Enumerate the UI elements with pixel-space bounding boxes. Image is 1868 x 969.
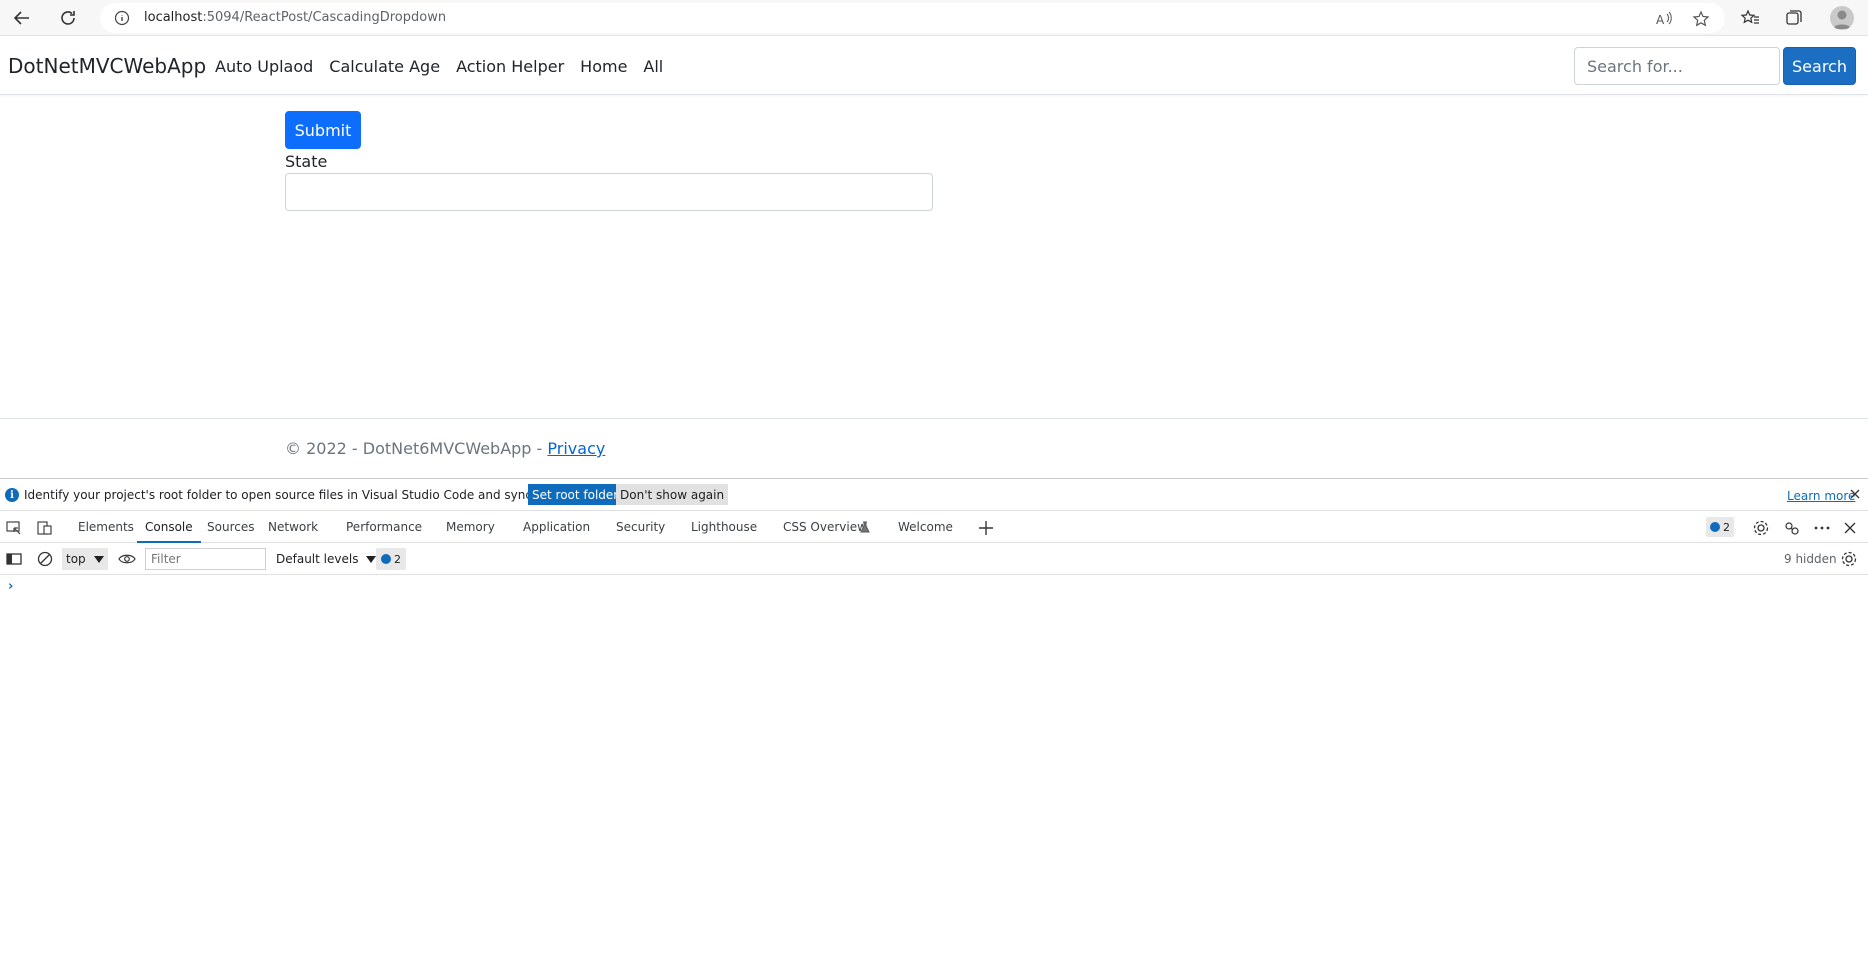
url-text[interactable]: localhost:5094/ReactPost/CascadingDropdo… [144, 10, 446, 25]
tab-memory[interactable]: Memory [446, 511, 495, 543]
tab-sources[interactable]: Sources [207, 511, 254, 543]
state-label: State [285, 152, 328, 171]
console-issues-badge[interactable]: 2 [376, 548, 406, 570]
profile-avatar[interactable] [1830, 6, 1854, 30]
brand-link[interactable]: DotNetMVCWebApp [8, 54, 206, 78]
devtools-info-bar: i Identify your project's root folder to… [0, 479, 1868, 511]
live-expression-eye-icon[interactable] [118, 550, 136, 568]
clear-console-icon[interactable] [36, 550, 54, 568]
privacy-link[interactable]: Privacy [547, 439, 605, 458]
tab-css-overview[interactable]: CSS Overview [783, 511, 867, 543]
favorites-button[interactable] [1738, 6, 1762, 30]
issues-badge[interactable]: 2 [1706, 517, 1734, 537]
set-root-folder-button[interactable]: Set root folder [528, 484, 623, 505]
tab-application[interactable]: Application [523, 511, 590, 543]
dont-show-again-button[interactable]: Don't show again [616, 484, 729, 505]
console-filter-input[interactable] [145, 548, 266, 570]
state-dropdown[interactable] [285, 173, 933, 211]
site-navbar: DotNetMVCWebApp Auto Uplaod Calculate Ag… [0, 37, 1868, 95]
nav-link-auto-upload[interactable]: Auto Uplaod [215, 57, 313, 76]
nav-link-home[interactable]: Home [580, 57, 627, 76]
back-arrow-icon [13, 11, 29, 25]
tab-console[interactable]: Console [137, 511, 201, 543]
settings-gear-icon[interactable] [1752, 519, 1770, 537]
add-tab-icon[interactable] [977, 519, 995, 537]
close-devtools-icon[interactable] [1841, 519, 1859, 537]
read-aloud-icon[interactable]: A [1655, 10, 1673, 28]
tab-welcome[interactable]: Welcome [898, 511, 953, 543]
refresh-icon [61, 11, 75, 25]
favorites-icon [1740, 9, 1759, 24]
context-selector[interactable]: top [62, 548, 108, 570]
tab-security[interactable]: Security [616, 511, 665, 543]
message-icon [381, 554, 391, 564]
user-icon [1833, 10, 1851, 29]
browser-toolbar: localhost:5094/ReactPost/CascadingDropdo… [0, 0, 1868, 36]
nav-link-all[interactable]: All [643, 57, 663, 76]
nav-link-calculate-age[interactable]: Calculate Age [329, 57, 440, 76]
collections-button[interactable] [1782, 6, 1806, 30]
feedback-icon[interactable] [1783, 519, 1801, 537]
more-options-icon[interactable] [1813, 519, 1831, 537]
back-button[interactable] [10, 6, 34, 30]
close-icon[interactable] [1848, 487, 1862, 501]
svg-text:A: A [1656, 13, 1665, 27]
sidebar-toggle-icon[interactable] [5, 550, 23, 568]
chevron-down-icon [93, 556, 104, 563]
console-prompt-chevron-icon[interactable]: › [8, 579, 13, 594]
add-favorite-icon[interactable] [1692, 10, 1710, 28]
console-toolbar: top Default levels 2 9 hidden [0, 543, 1868, 575]
chevron-down-icon [366, 556, 377, 563]
footer-copyright: © 2022 - DotNet6MVCWebApp - Privacy [285, 439, 606, 458]
tab-elements[interactable]: Elements [78, 511, 134, 543]
submit-button[interactable]: Submit [285, 111, 361, 149]
search-button[interactable]: Search [1783, 47, 1856, 85]
page-footer: © 2022 - DotNet6MVCWebApp - Privacy [0, 418, 1868, 478]
info-message: Identify your project's root folder to o… [24, 488, 591, 502]
hidden-messages-count: 9 hidden [1784, 552, 1837, 566]
learn-more-link[interactable]: Learn more [1787, 489, 1855, 503]
tab-network[interactable]: Network [268, 511, 318, 543]
tab-performance[interactable]: Performance [346, 511, 422, 543]
devtools-panel: i Identify your project's root folder to… [0, 478, 1868, 969]
tab-lighthouse[interactable]: Lighthouse [691, 511, 757, 543]
message-icon [1710, 522, 1720, 532]
address-bar[interactable]: localhost:5094/ReactPost/CascadingDropdo… [100, 3, 1725, 33]
console-settings-gear-icon[interactable] [1840, 550, 1858, 568]
inspect-element-icon[interactable] [5, 519, 23, 537]
nav-link-action-helper[interactable]: Action Helper [456, 57, 564, 76]
refresh-button[interactable] [56, 6, 80, 30]
log-levels-dropdown[interactable]: Default levels [276, 552, 377, 566]
info-icon: i [5, 488, 19, 502]
nav-links: Auto Uplaod Calculate Age Action Helper … [215, 57, 663, 76]
search-input[interactable] [1574, 47, 1780, 85]
devtools-tab-bar: Elements Console Sources Network Perform… [0, 511, 1868, 543]
device-emulation-icon[interactable] [36, 519, 54, 537]
collections-icon [1786, 10, 1802, 25]
site-info-icon[interactable] [114, 10, 130, 26]
experiment-flask-icon [860, 521, 870, 533]
